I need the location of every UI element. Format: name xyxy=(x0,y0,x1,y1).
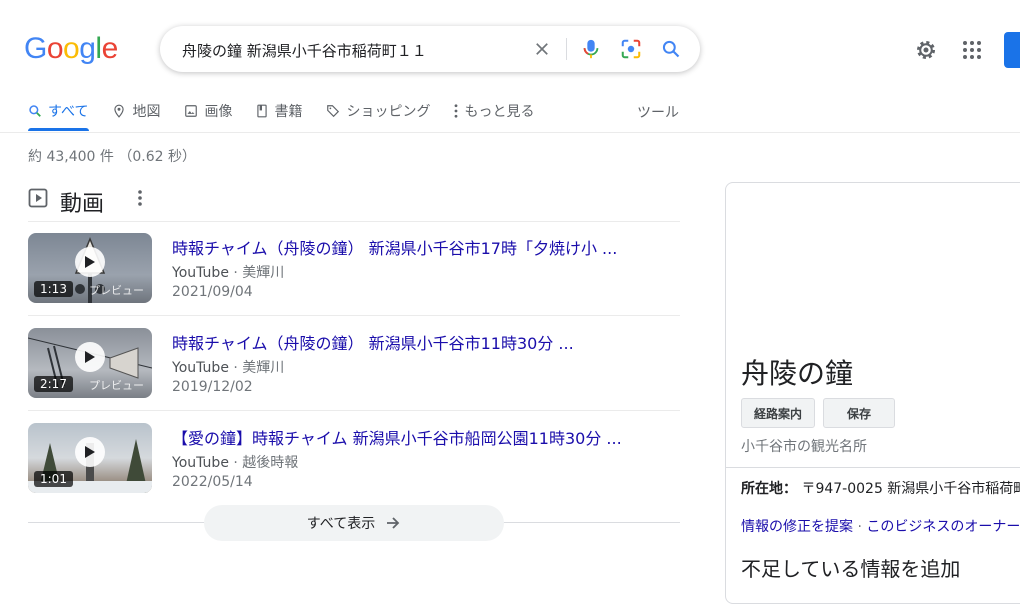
apps-grid-icon[interactable] xyxy=(960,38,984,62)
logo-letter: o xyxy=(63,32,80,65)
tab-maps[interactable]: 地図 xyxy=(112,100,160,122)
header-divider xyxy=(0,132,1020,133)
video-duration: 1:13 xyxy=(34,281,73,297)
knowledge-panel-title: 舟陵の鐘 xyxy=(741,357,854,390)
arrow-right-icon xyxy=(387,517,400,529)
tab-label: ショッピング xyxy=(346,104,431,120)
tab-label: もっと見る xyxy=(464,104,535,120)
video-date: 2022/05/14 xyxy=(172,474,253,490)
video-section-icon xyxy=(28,188,48,208)
video-source: YouTube · 美輝川 xyxy=(172,357,284,377)
google-logo[interactable]: Google xyxy=(24,32,118,66)
search-tabs: すべて 地図 画像 書籍 ショッピング もっと見る xyxy=(28,100,534,132)
tab-shopping[interactable]: ショッピング xyxy=(326,100,430,122)
settings-gear-icon[interactable] xyxy=(914,38,938,62)
play-icon xyxy=(75,437,105,467)
play-icon xyxy=(75,342,105,372)
video-row-divider xyxy=(28,315,680,316)
show-all-button[interactable]: すべて表示 xyxy=(204,505,504,541)
video-channel: 越後時報 xyxy=(242,455,299,471)
tab-images[interactable]: 画像 xyxy=(184,100,232,122)
address-row: 所在地： 〒947-0025 新潟県小千谷市稲荷町 xyxy=(741,478,1020,498)
search-icon xyxy=(29,105,41,117)
preview-label: プレビュー xyxy=(89,284,144,297)
logo-letter: e xyxy=(101,32,119,65)
meta-separator: · xyxy=(228,455,243,471)
video-row-divider xyxy=(28,410,680,411)
video-date: 2019/12/02 xyxy=(172,379,253,395)
video-platform: YouTube xyxy=(172,455,229,471)
video-source: YouTube · 美輝川 xyxy=(172,262,284,282)
video-duration: 1:01 xyxy=(34,471,73,487)
video-thumbnail[interactable]: 2:17 プレビュー xyxy=(28,328,152,398)
search-input[interactable] xyxy=(180,36,524,64)
video-channel: 美輝川 xyxy=(242,265,285,281)
knowledge-panel-subtitle: 小千谷市の観光名所 xyxy=(741,439,867,455)
meta-separator: · xyxy=(228,360,243,376)
map-pin-icon xyxy=(114,104,125,118)
suggest-edit-link[interactable]: 情報の修正を提案 xyxy=(741,519,853,535)
search-divider xyxy=(566,38,567,60)
image-icon xyxy=(185,105,198,117)
tab-all[interactable]: すべて xyxy=(28,100,88,122)
search-icon[interactable] xyxy=(659,37,683,61)
panel-links: 情報の修正を提案 · このビジネスのオーナー xyxy=(741,516,1020,536)
tab-books[interactable]: 書籍 xyxy=(256,100,302,122)
video-duration: 2:17 xyxy=(34,376,73,392)
tab-label: すべて xyxy=(48,104,89,120)
video-title-link[interactable]: 【愛の鐘】時報チャイム 新潟県小千谷市船岡公園11時30分 ... xyxy=(172,425,622,449)
knowledge-panel xyxy=(725,182,1020,604)
show-all-label: すべて表示 xyxy=(306,516,376,532)
camera-lens-icon[interactable] xyxy=(619,37,643,61)
own-business-link[interactable]: このビジネスのオーナー xyxy=(866,519,1020,535)
video-platform: YouTube xyxy=(172,265,229,281)
video-thumbnail[interactable]: 1:13 プレビュー xyxy=(28,233,152,303)
video-row-divider xyxy=(28,221,680,222)
save-button[interactable]: 保存 xyxy=(823,398,895,428)
video-title-link[interactable]: 時報チャイム（舟陵の鐘） 新潟県小千谷市17時「夕焼け小 ... xyxy=(172,235,617,259)
address-label: 所在地： xyxy=(741,481,797,497)
video-source: YouTube · 越後時報 xyxy=(172,452,298,472)
video-platform: YouTube xyxy=(172,360,229,376)
mic-icon[interactable] xyxy=(579,37,603,61)
logo-letter: G xyxy=(24,32,47,65)
video-thumbnail[interactable]: 1:01 xyxy=(28,423,152,493)
play-icon xyxy=(75,247,105,277)
book-icon xyxy=(257,104,268,118)
video-title-link[interactable]: 時報チャイム（舟陵の鐘） 新潟県小千谷市11時30分 ... xyxy=(172,330,574,354)
link-separator: · xyxy=(853,519,867,535)
logo-letter: o xyxy=(46,32,64,65)
tools-button[interactable]: ツール xyxy=(637,102,679,122)
video-date: 2021/09/04 xyxy=(172,284,253,300)
preview-label: プレビュー xyxy=(89,379,144,392)
directions-button[interactable]: 経路案内 xyxy=(741,398,815,428)
tab-more[interactable]: もっと見る xyxy=(454,100,534,122)
knowledge-panel-divider xyxy=(726,467,1020,468)
meta-separator: · xyxy=(228,265,243,281)
address-value: 〒947-0025 新潟県小千谷市稲荷町 xyxy=(801,481,1020,497)
tab-label: 画像 xyxy=(204,104,233,120)
logo-letter: g xyxy=(79,32,96,65)
result-stats: 約 43,400 件 （0.62 秒） xyxy=(28,149,196,165)
search-box xyxy=(160,26,700,72)
active-tab-indicator xyxy=(28,128,89,131)
tag-icon xyxy=(327,105,340,118)
add-missing-info-heading: 不足している情報を追加 xyxy=(741,557,961,581)
more-options-icon[interactable] xyxy=(132,188,148,208)
tab-label: 地図 xyxy=(132,104,161,120)
more-vert-icon xyxy=(455,104,458,118)
videos-section-title: 動画 xyxy=(60,192,105,217)
tab-label: 書籍 xyxy=(274,104,303,120)
sign-in-button[interactable] xyxy=(1004,32,1020,68)
video-channel: 美輝川 xyxy=(242,360,285,376)
close-icon[interactable] xyxy=(530,37,554,61)
